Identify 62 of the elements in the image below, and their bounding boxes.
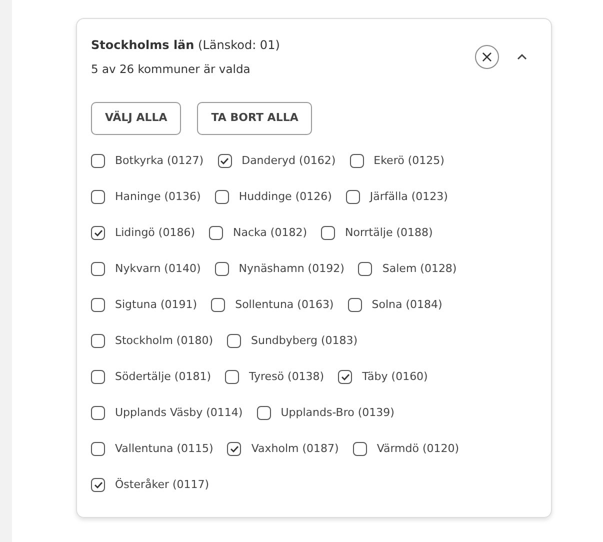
municipality-label: Solna (0184)	[372, 296, 442, 312]
checkbox[interactable]	[214, 262, 229, 276]
municipality-label: Lidingö (0186)	[115, 224, 195, 240]
checkbox[interactable]	[91, 478, 105, 492]
checkbox[interactable]	[348, 298, 362, 312]
checkbox[interactable]	[91, 442, 105, 456]
municipality-label: Vaxholm (0187)	[251, 440, 339, 456]
checkbox[interactable]	[256, 406, 271, 420]
checkbox[interactable]	[208, 226, 223, 240]
checkbox[interactable]	[91, 190, 105, 204]
action-button[interactable]: VÄLJ ALLA	[91, 102, 182, 135]
municipality-label: Nynäshamn (0192)	[238, 260, 344, 276]
checkbox[interactable]	[91, 262, 105, 276]
checkbox[interactable]	[91, 226, 105, 240]
checkbox[interactable]	[91, 298, 105, 312]
checkbox[interactable]	[227, 442, 242, 456]
municipality-label: Vallentuna (0115)	[115, 440, 214, 456]
checkbox[interactable]	[358, 262, 372, 276]
checkmark-icon	[340, 372, 350, 381]
municipality-label: Täby (0160)	[362, 368, 428, 384]
checkmark-icon	[220, 156, 230, 165]
municipality-label: Järfälla (0123)	[370, 188, 448, 204]
municipality-label: Nacka (0182)	[232, 224, 307, 240]
municipality-label: Sundbyberg (0183)	[251, 332, 358, 348]
checkbox[interactable]	[321, 226, 335, 240]
municipality-label: Upplands-Bro (0139)	[280, 404, 394, 420]
municipality-label: Upplands Väsby (0114)	[115, 404, 243, 420]
checkbox[interactable]	[211, 298, 226, 312]
checkbox[interactable]	[91, 406, 105, 420]
municipality-label: Sigtuna (0191)	[115, 296, 198, 312]
checkmark-icon	[94, 228, 102, 237]
checkmark-icon	[94, 480, 102, 489]
municipality-label: Värmdö (0120)	[376, 440, 460, 456]
county-title: Stockholms län (Länskod: 01)	[91, 37, 280, 53]
municipality-label: Salem (0128)	[382, 260, 457, 276]
municipality-label: Haninge (0136)	[115, 188, 201, 204]
checkbox[interactable]	[227, 334, 241, 348]
municipality-label: Nykvarn (0140)	[115, 260, 201, 276]
municipality-label: Österåker (0117)	[115, 476, 210, 492]
municipality-label: Tyresö (0138)	[249, 368, 324, 384]
checkbox[interactable]	[338, 370, 352, 384]
municipality-label: Danderyd (0162)	[242, 152, 336, 168]
checkbox[interactable]	[91, 334, 105, 348]
action-button[interactable]: TA BORT ALLA	[197, 102, 312, 135]
selection-count: 5 av 26 kommuner är valda	[91, 61, 252, 78]
municipality-label: Botkyrka (0127)	[115, 152, 204, 168]
municipality-label: Stockholm (0180)	[115, 332, 213, 348]
checkbox[interactable]	[352, 442, 367, 456]
municipality-label: Ekerö (0125)	[374, 152, 444, 168]
checkmark-icon	[230, 444, 239, 453]
checkbox[interactable]	[91, 370, 105, 384]
clear-button[interactable]: ×	[475, 45, 499, 69]
municipality-label: Sollentuna (0163)	[235, 296, 334, 312]
municipality-label: Huddinge (0126)	[238, 188, 332, 204]
checkbox[interactable]	[214, 190, 229, 204]
checkbox[interactable]	[350, 154, 364, 168]
municipality-label: Norrtälje (0188)	[345, 224, 433, 240]
checkbox[interactable]	[91, 154, 105, 168]
checkbox[interactable]	[346, 190, 360, 204]
checkbox[interactable]	[225, 370, 239, 384]
checkbox[interactable]	[218, 154, 232, 168]
municipality-label: Södertälje (0181)	[115, 368, 211, 384]
